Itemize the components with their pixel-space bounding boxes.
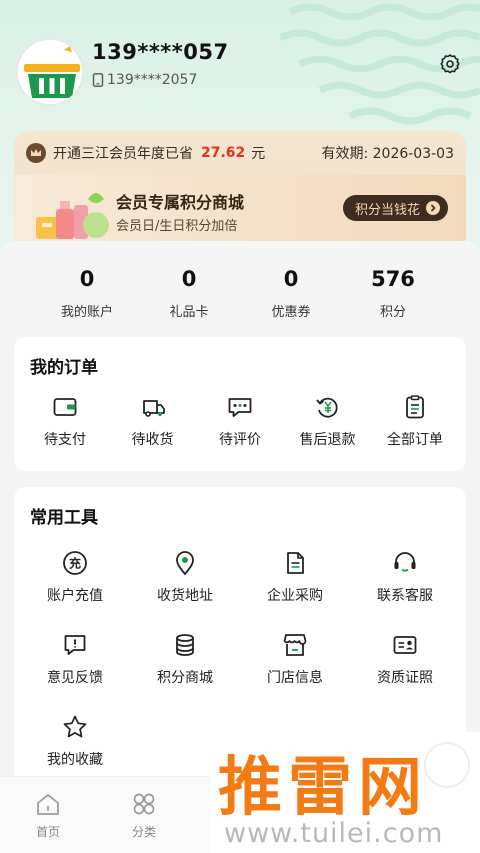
order-item-label: 待收货 [131, 432, 174, 448]
stat-coupon[interactable]: 0 优惠券 [240, 267, 342, 320]
stat-value: 0 [283, 267, 299, 291]
member-valid: 有效期: 2026-03-03 [321, 143, 454, 163]
my-orders-title: 我的订单 [30, 358, 98, 378]
points-mall-subtitle: 会员日/生日积分加倍 [116, 219, 238, 234]
settings-gear-icon[interactable] [438, 52, 462, 76]
tab-home[interactable]: 首页 [0, 777, 96, 853]
tool-enterprise-purchase[interactable]: 企业采购 [240, 549, 350, 605]
watermark-url: www.tuilei.com [224, 818, 444, 849]
stat-value: 576 [371, 267, 415, 291]
order-after-sale-refund[interactable]: 售后退款 [287, 393, 369, 449]
wallet-icon [53, 398, 77, 416]
member-valid-date: 2026-03-03 [372, 146, 454, 162]
chevron-right-icon [426, 201, 440, 215]
order-status-row: 待支付 待收货 待评价 售后退款 全部订单 [14, 393, 466, 449]
delivery-icon [142, 400, 165, 417]
tool-customer-service[interactable]: 联系客服 [350, 549, 460, 605]
watermark-overlay: 推雷网 www.tuilei.com [210, 732, 480, 853]
tool-my-favorites[interactable]: 我的收藏 [20, 713, 130, 769]
watermark-title: 推雷网 [218, 751, 428, 825]
tool-label: 收货地址 [157, 588, 213, 604]
star-icon [63, 715, 87, 738]
headset-icon [394, 552, 416, 572]
member-card[interactable]: 开通三江会员年度已省 27.62 元 有效期: 2026-03-03 会员专属积… [14, 131, 466, 251]
tool-label: 账户充值 [47, 588, 103, 604]
tool-qualification-license[interactable]: 资质证照 [350, 631, 460, 687]
basket-logo-icon [18, 40, 82, 104]
user-sub-phone-row: 139****2057 [92, 72, 197, 88]
stat-my-account[interactable]: 0 我的账户 [36, 267, 138, 320]
stat-value: 0 [79, 267, 95, 291]
mobile-phone-icon [92, 73, 104, 87]
tool-label: 联系客服 [377, 588, 433, 604]
stat-points[interactable]: 576 积分 [342, 267, 444, 320]
order-item-label: 售后退款 [299, 432, 356, 448]
tool-label: 企业采购 [267, 588, 323, 604]
member-savings-prefix: 开通三江会员年度已省 [53, 146, 193, 162]
watermark-circle-decoration [424, 742, 470, 788]
avatar[interactable] [16, 38, 84, 106]
tool-label: 资质证照 [377, 670, 433, 686]
clipboard-icon [406, 395, 424, 419]
member-valid-label: 有效期: [321, 146, 369, 162]
store-icon [283, 634, 307, 656]
points-mall-button-label: 积分当钱花 [354, 202, 420, 218]
refund-icon [315, 397, 338, 418]
user-phone: 139****057 [92, 40, 229, 64]
tool-points-mall[interactable]: 积分商城 [130, 631, 240, 687]
tool-label: 我的收藏 [47, 752, 103, 768]
points-mall-banner[interactable]: 会员专属积分商城 会员日/生日积分加倍 积分当钱花 [14, 175, 466, 251]
order-all[interactable]: 全部订单 [374, 393, 456, 449]
tool-label: 积分商城 [157, 670, 213, 686]
tool-feedback[interactable]: 意见反馈 [20, 631, 130, 687]
order-item-label: 全部订单 [387, 432, 443, 448]
order-item-label: 待支付 [44, 432, 86, 448]
member-savings-row: 开通三江会员年度已省 27.62 元 有效期: 2026-03-03 [14, 131, 466, 175]
member-savings-amount: 27.62 [201, 145, 246, 161]
comment-icon [228, 398, 252, 417]
gift-products-icon [36, 193, 109, 239]
document-icon [287, 552, 304, 574]
common-tools-title: 常用工具 [30, 508, 98, 528]
tool-label: 门店信息 [267, 670, 323, 686]
member-savings-unit: 元 [251, 146, 266, 162]
stat-label: 礼品卡 [169, 305, 209, 320]
category-icon [133, 793, 155, 815]
stat-label: 积分 [379, 305, 406, 320]
home-icon [37, 794, 59, 815]
stats-row: 0 我的账户 0 礼品卡 0 优惠券 576 积分 [0, 267, 480, 320]
tab-label: 首页 [35, 825, 60, 839]
coins-icon [176, 634, 194, 656]
my-orders-card: 我的订单 待支付 待收货 待评价 售后退款 全部订单 [14, 337, 466, 471]
stat-value: 0 [181, 267, 197, 291]
license-icon [393, 636, 417, 654]
feedback-icon [64, 635, 86, 655]
tab-label: 分类 [131, 825, 156, 839]
points-mall-title: 会员专属积分商城 [116, 193, 245, 212]
profile-section: 139****057 139****2057 [16, 34, 464, 114]
points-mall-button[interactable]: 积分当钱花 [342, 195, 448, 221]
svg-text:充: 充 [69, 556, 81, 571]
crown-icon [26, 143, 46, 163]
recharge-icon: 充 [63, 551, 87, 575]
stat-label: 我的账户 [60, 305, 113, 320]
order-pending-receipt[interactable]: 待收货 [112, 393, 194, 449]
user-sub-phone: 139****2057 [107, 72, 198, 88]
tool-store-info[interactable]: 门店信息 [240, 631, 350, 687]
order-pending-review[interactable]: 待评价 [199, 393, 281, 449]
main-panel: 0 我的账户 0 礼品卡 0 优惠券 576 积分 我的订单 待支付 待收货 待… [0, 241, 480, 801]
order-pending-payment[interactable]: 待支付 [24, 393, 106, 449]
tool-shipping-address[interactable]: 收货地址 [130, 549, 240, 605]
tab-category[interactable]: 分类 [96, 777, 192, 853]
tool-account-recharge[interactable]: 充 账户充值 [20, 549, 130, 605]
order-item-label: 待评价 [219, 432, 261, 448]
stat-gift-card[interactable]: 0 礼品卡 [138, 267, 240, 320]
tool-label: 意见反馈 [47, 670, 103, 686]
stat-label: 优惠券 [271, 305, 311, 320]
location-icon [176, 551, 194, 575]
